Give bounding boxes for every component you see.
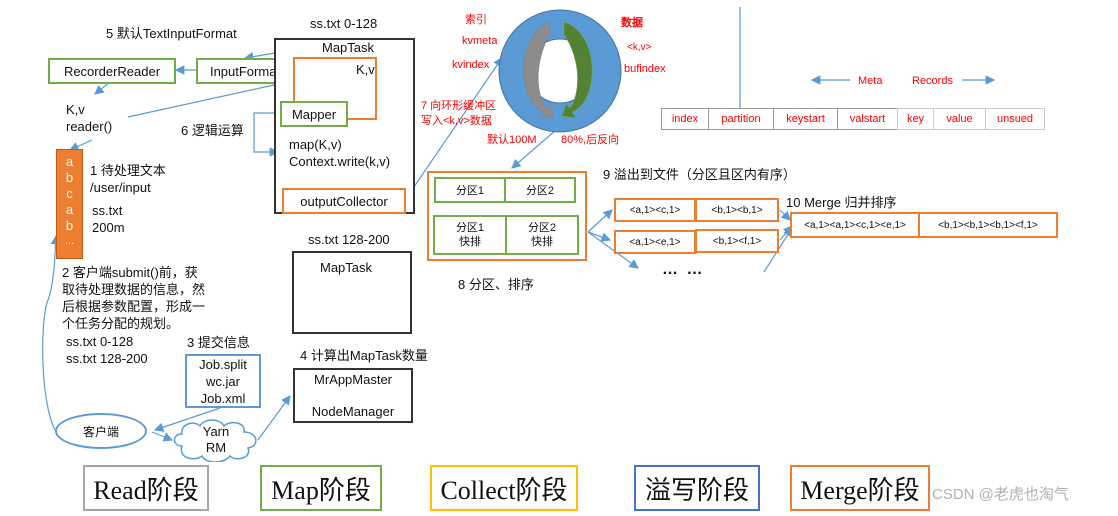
yarn-text: Yarn [202,424,230,439]
phase-map: Map阶段 [260,465,382,511]
merge-cell-1: <a,1><a,1><c,1><e,1> [790,212,920,238]
mapper-box: Mapper [280,101,348,127]
quicksort-label: 快排 [531,236,553,248]
partition-1: 分区1 [434,177,506,203]
ring-buffer-icon [498,9,622,133]
wc-jar: wc.jar [206,374,240,389]
merge-cell-2: <b,1><b,1><b,1><f,1> [918,212,1058,238]
step2-line: 后根据参数配置，形成一 [62,299,206,314]
split-2: ss.txt 128-200 [66,351,148,366]
kv-type-label: <k,v> [627,42,652,53]
recorder-reader-box: RecorderReader [48,58,176,84]
meta-cell-keystart: keystart [773,108,837,130]
partition-2-sort: 分区2 快排 [505,215,579,255]
maptask1-caption: ss.txt 0-128 [310,16,378,31]
file-char: a [65,154,74,169]
step2-line: 2 客户端submit()前，获 [62,265,198,280]
record-cell-value: value [933,108,985,130]
arrow-client-to-file [42,234,61,431]
arrow-yarn-to-appmaster [257,395,291,441]
file-content: a b c a b … [57,150,82,250]
step10-label: 10 Merge 归并排序 [786,195,897,210]
file-char: a [65,202,74,217]
job-split: Job.split [199,357,247,372]
threshold-label: 80%,后反向 [561,134,620,146]
step3-label: 3 提交信息 [187,335,250,350]
spill-file-1-p1: <a,1><c,1> [614,198,696,222]
reader-call: reader() [66,119,113,134]
meta-cell-partition: partition [708,108,773,130]
output-collector-box: outputCollector [282,188,406,214]
rm-text: RM [205,440,227,455]
step7-line: 写入<k,v>数据 [421,115,492,127]
spill-ellipsis: … … [662,261,705,278]
step5-label: 5 默认TextInputFormat [106,26,237,41]
meta-cell-valstart: valstart [837,108,897,130]
quicksort-label: 快排 [459,236,481,248]
step6-label: 6 逻辑运算 [181,123,244,138]
records-label: Records [912,75,953,87]
mr-app-master: MrAppMaster [313,372,393,387]
default-size-label: 默认100M [487,134,537,146]
file-char: b [65,218,74,233]
step4-label: 4 计算出MapTask数量 [300,348,428,363]
partition-1-sort: 分区1 快排 [433,215,507,255]
kvindex-label: kvindex [452,59,490,71]
arrow-merge-1 [779,209,791,221]
meta-label: Meta [858,75,883,87]
record-cell-unused: unsued [985,108,1045,130]
maptask1-title: MapTask [322,40,375,55]
maptask2-title: MapTask [320,260,373,275]
step2-line: 个任务分配的规划。 [62,316,180,331]
job-xml: Job.xml [200,391,246,406]
phase-read: Read阶段 [83,465,209,511]
phase-merge: Merge阶段 [790,465,930,511]
maptask1-kv: K,v [356,62,375,77]
arrow-spill-2 [587,231,612,242]
step2-description: 2 客户端submit()前，获 取待处理数据的信息，然 后根据参数配置，形成一… [62,264,205,332]
partition-1-label: 分区1 [455,222,485,234]
map-call: map(K,v) [289,137,342,152]
spill-file-1-p2: <b,1><b,1> [695,198,779,222]
arrow-spill-1 [587,209,613,233]
yarn-rm-label: Yarn RM [188,424,244,456]
client-node: 客户端 [55,413,147,449]
job-files-box: Job.split wc.jar Job.xml [185,354,261,408]
phase-spill: 溢写阶段 [634,465,760,511]
spill-file-2-p2: <b,1><f,1> [695,229,779,253]
file-char: … [64,236,75,247]
file-char: c [66,186,73,201]
step2-line: 取待处理数据的信息，然 [62,282,206,297]
data-label: 数据 [621,17,643,29]
app-master-box: MrAppMaster NodeManager [293,368,413,423]
phase-collect: Collect阶段 [430,465,578,511]
node-manager: NodeManager [311,404,395,419]
file-char: b [65,170,74,185]
context-write: Context.write(k,v) [289,154,391,169]
step8-label: 8 分区、排序 [458,277,534,292]
partition-2: 分区2 [504,177,576,203]
step1-label: 1 待处理文本 [90,163,166,178]
step9-label: 9 溢出到文件（分区且区内有序） [603,167,796,182]
maptask2-caption: ss.txt 128-200 [308,232,390,247]
kvmeta-label: kvmeta [462,35,498,47]
bufindex-label: bufindex [624,63,666,75]
step7-label: 7 向环形缓冲区 写入<k,v>数据 [421,99,496,129]
file-name: ss.txt [92,203,123,218]
spill-file-2-p1: <a,1><e,1> [614,230,696,254]
arrow-client-to-yarn [151,431,174,442]
file-size: 200m [92,220,125,235]
input-path: /user/input [90,180,151,195]
watermark: CSDN @老虎也淘气 [932,486,1069,503]
input-file-block: a b c a b … [56,149,83,259]
index-label: 索引 [465,14,487,26]
split-1: ss.txt 0-128 [66,334,134,349]
meta-cell-index: index [661,108,708,130]
step7-line: 7 向环形缓冲区 [421,100,497,112]
partition-2-label: 分区2 [527,222,557,234]
record-cell-key: key [897,108,933,130]
kv-label: K,v [66,102,85,117]
